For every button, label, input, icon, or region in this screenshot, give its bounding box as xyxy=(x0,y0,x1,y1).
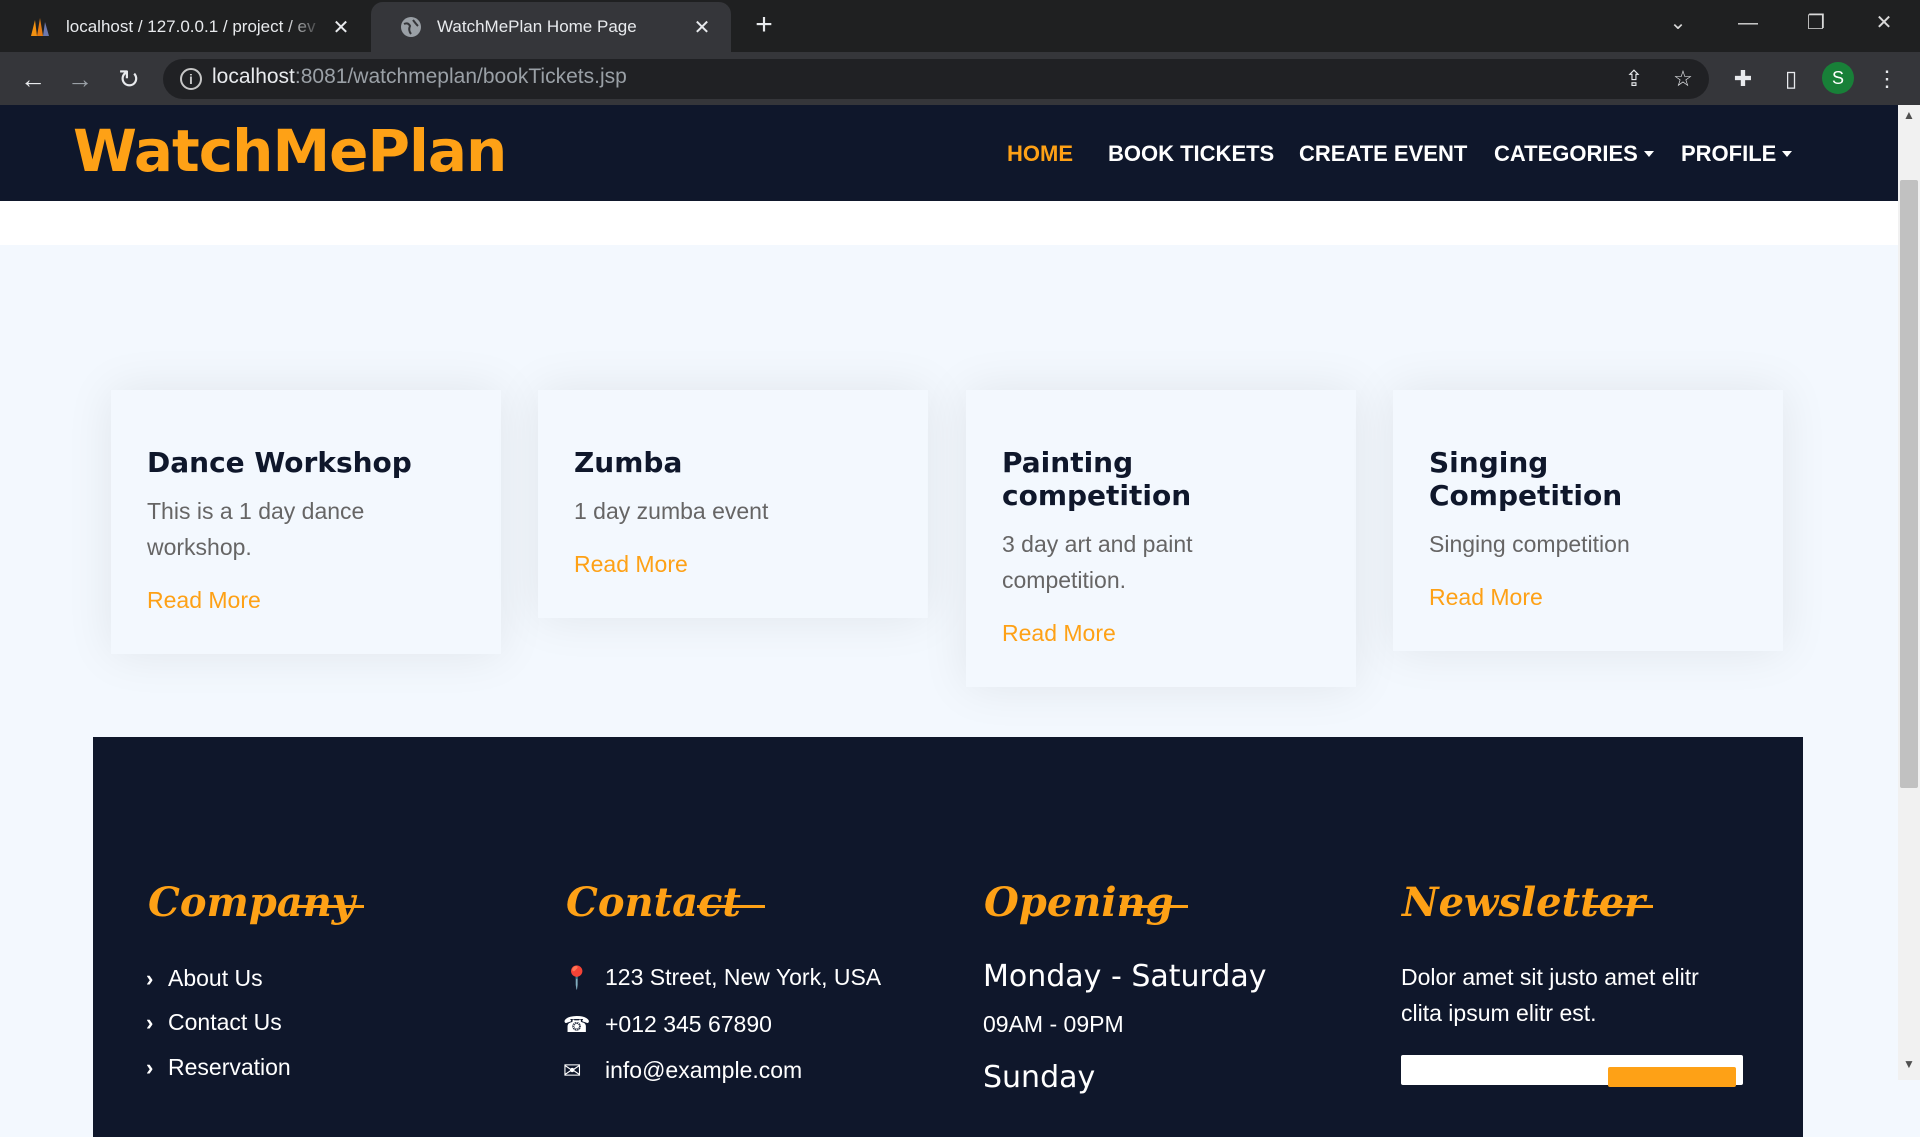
tab-title: localhost / 127.0.0.1 / project / ev xyxy=(66,17,316,36)
globe-icon xyxy=(401,17,421,37)
chevron-right-icon: › xyxy=(146,1055,154,1080)
event-description: This is a 1 day dance workshop. xyxy=(147,498,365,560)
browser-tab-strip: localhost / 127.0.0.1 / project / ev ✕ W… xyxy=(0,0,1920,52)
bookmark-star-icon[interactable]: ☆ xyxy=(1668,64,1698,94)
site-info-icon[interactable]: i xyxy=(180,68,202,90)
map-marker-icon: 📍 xyxy=(563,965,591,990)
envelope-icon: ✉ xyxy=(563,1058,582,1083)
url-text[interactable]: localhost:8081/watchmeplan/bookTickets.j… xyxy=(212,65,627,89)
restore-button[interactable]: ❐ xyxy=(1796,8,1836,38)
read-more-link[interactable]: Read More xyxy=(147,587,261,613)
footer-heading-newsletter: Newsletter xyxy=(1402,879,1646,926)
heading-underline xyxy=(296,905,364,908)
event-description: 3 day art and paint competition. xyxy=(1002,531,1193,593)
nav-create-event[interactable]: CREATE EVENT xyxy=(1299,141,1467,167)
opening-days: Monday - Saturday xyxy=(983,959,1267,994)
contact-phone: ☎ +012 345 67890 xyxy=(563,1011,772,1037)
heading-underline xyxy=(1120,905,1188,908)
read-more-link[interactable]: Read More xyxy=(1429,584,1543,610)
close-tab-icon[interactable]: ✕ xyxy=(685,15,719,40)
event-card: Zumba 1 day zumba event Read More xyxy=(538,390,928,618)
brand-logo[interactable]: WatchMePlan xyxy=(73,117,507,185)
heading-underline xyxy=(1585,905,1653,908)
close-tab-icon[interactable]: ✕ xyxy=(324,15,358,40)
dropdown-caret-icon xyxy=(1643,150,1654,157)
event-title: Zumba xyxy=(574,446,683,479)
nav-home[interactable]: HOME xyxy=(1007,141,1073,167)
browser-menu-icon[interactable]: ⋮ xyxy=(1872,64,1902,94)
profile-avatar[interactable]: S xyxy=(1822,62,1854,94)
newsletter-text-line1: Dolor amet sit justo amet elitr xyxy=(1401,964,1699,990)
nav-categories[interactable]: CATEGORIES xyxy=(1494,141,1654,167)
chevron-right-icon: › xyxy=(146,1010,154,1035)
event-title: Painting competition xyxy=(1002,446,1192,512)
tab-phpmyadmin[interactable]: localhost / 127.0.0.1 / project / ev ✕ xyxy=(0,2,370,52)
newsletter-text-line2: clita ipsum elitr est. xyxy=(1401,1000,1597,1026)
new-tab-button[interactable]: + xyxy=(748,10,780,40)
dropdown-caret-icon xyxy=(1782,150,1793,157)
event-card: Painting competition 3 day art and paint… xyxy=(966,390,1356,687)
phone-icon: ☎ xyxy=(563,1012,591,1037)
tab-watchmeplan[interactable]: WatchMePlan Home Page ✕ xyxy=(371,2,731,52)
opening-hours: 09AM - 09PM xyxy=(983,1011,1124,1037)
scroll-up-arrow-icon[interactable]: ▲ xyxy=(1898,108,1920,128)
extensions-icon[interactable]: ✚ xyxy=(1728,64,1758,94)
nav-profile[interactable]: PROFILE xyxy=(1681,141,1793,167)
read-more-link[interactable]: Read More xyxy=(1002,620,1116,646)
share-icon[interactable]: ⇪ xyxy=(1619,64,1649,94)
event-description: 1 day zumba event xyxy=(574,498,769,524)
footer-heading-company: Company xyxy=(148,879,356,926)
side-panel-icon[interactable]: ▯ xyxy=(1776,64,1806,94)
event-card: Dance Workshop This is a 1 day dance wor… xyxy=(111,390,501,654)
footer-heading-opening: Opening xyxy=(984,879,1174,926)
scrollbar-thumb[interactable] xyxy=(1900,180,1918,788)
back-button[interactable]: ← xyxy=(16,62,50,96)
footer-heading-contact: Contact xyxy=(566,879,741,926)
contact-address: 📍 123 Street, New York, USA xyxy=(563,964,882,990)
opening-days-sunday: Sunday xyxy=(983,1060,1096,1095)
event-title: Singing Competition xyxy=(1429,446,1623,512)
footer-link-reservation[interactable]: › Reservation xyxy=(146,1054,291,1081)
minimize-button[interactable]: — xyxy=(1728,8,1768,38)
phpmyadmin-icon xyxy=(31,18,49,36)
event-card: Singing Competition Singing competition … xyxy=(1393,390,1783,651)
close-window-button[interactable]: ✕ xyxy=(1864,8,1904,38)
heading-underline xyxy=(697,905,765,908)
tab-title: WatchMePlan Home Page xyxy=(437,17,637,36)
event-description: Singing competition xyxy=(1429,531,1630,557)
chevron-right-icon: › xyxy=(146,966,154,991)
read-more-link[interactable]: Read More xyxy=(574,551,688,577)
reload-button[interactable]: ↻ xyxy=(112,62,146,96)
scroll-down-arrow-icon[interactable]: ▼ xyxy=(1898,1057,1920,1077)
footer-link-about[interactable]: › About Us xyxy=(146,965,263,992)
footer-link-contact[interactable]: › Contact Us xyxy=(146,1009,282,1036)
newsletter-signup-button[interactable] xyxy=(1608,1067,1736,1087)
nav-book-tickets[interactable]: BOOK TICKETS xyxy=(1108,141,1274,167)
event-title: Dance Workshop xyxy=(147,446,412,479)
forward-button[interactable]: → xyxy=(63,62,97,96)
section-divider xyxy=(0,201,1898,245)
site-navbar: WatchMePlan HOME BOOK TICKETS CREATE EVE… xyxy=(0,105,1898,201)
tab-search-icon[interactable]: ⌄ xyxy=(1658,8,1698,38)
